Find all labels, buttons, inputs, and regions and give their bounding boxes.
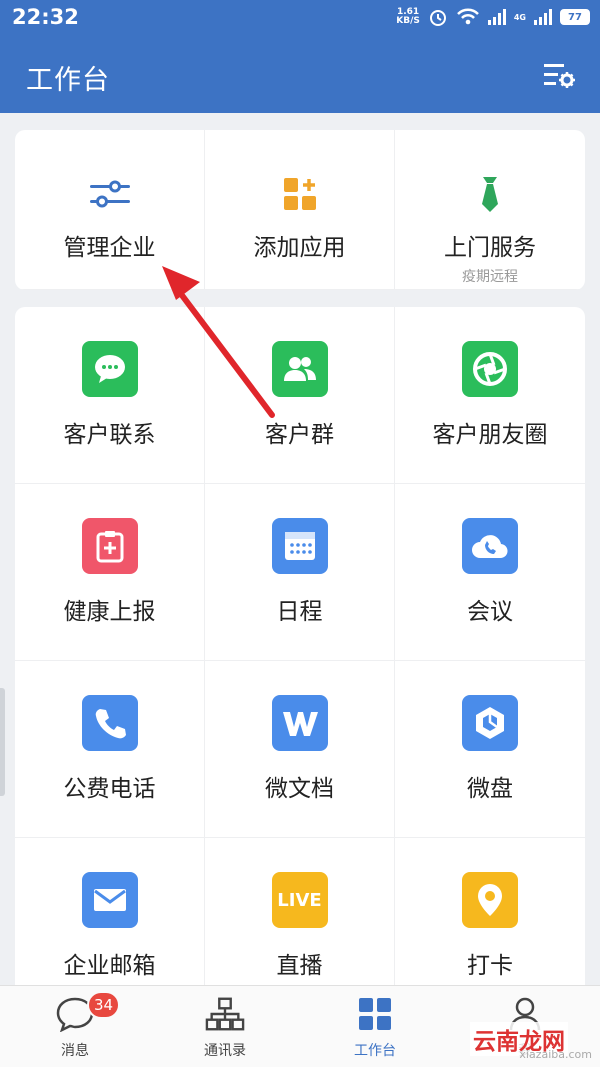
cloud-phone-icon	[462, 518, 518, 574]
tie-icon	[466, 170, 514, 218]
app-label: 客户群	[265, 422, 334, 448]
app-health-report[interactable]: 健康上报	[15, 484, 205, 661]
battery-icon: 77	[560, 9, 590, 25]
admin-apps-card: 管理企业 添加应用 上门服务 疫期远程	[15, 130, 585, 290]
app-label: 打卡	[467, 953, 513, 979]
app-customer-moments[interactable]: 客户朋友圈	[395, 307, 585, 484]
app-label: 微文档	[265, 776, 334, 802]
workbench-grid-icon	[355, 996, 395, 1032]
app-label: 日程	[276, 599, 323, 625]
app-customer-contact[interactable]: 客户联系	[15, 307, 205, 484]
app-micro-doc[interactable]: 微文档	[205, 661, 395, 838]
app-label: 微盘	[467, 776, 513, 802]
drive-cube-icon	[462, 695, 518, 751]
app-live[interactable]: LIVE 直播	[205, 838, 395, 987]
calendar-icon	[271, 518, 328, 574]
manage-enterprise-button[interactable]: 管理企业	[15, 130, 205, 290]
sliders-icon	[86, 170, 134, 218]
status-icons: 1.61 KB/S 4G 77	[396, 6, 590, 28]
org-chart-icon	[205, 996, 245, 1032]
doc-w-icon	[271, 695, 328, 751]
page-title: 工作台	[26, 65, 110, 96]
app-label: 上门服务	[444, 235, 536, 261]
nav-label: 通讯录	[204, 1043, 246, 1059]
onsite-service-button[interactable]: 上门服务 疫期远程	[395, 130, 585, 290]
signal-2-icon	[534, 9, 552, 25]
mail-icon	[81, 872, 138, 928]
app-label: 客户联系	[63, 422, 156, 448]
app-label: 公费电话	[63, 776, 156, 802]
app-schedule[interactable]: 日程	[205, 484, 395, 661]
app-label: 企业邮箱	[63, 953, 156, 979]
app-enterprise-mail[interactable]: 企业邮箱	[15, 838, 205, 987]
app-customer-group[interactable]: 客户群	[205, 307, 395, 484]
nav-label: 消息	[61, 1043, 89, 1059]
network-type: 4G	[513, 12, 526, 22]
app-micro-drive[interactable]: 微盘	[395, 661, 585, 838]
nav-label: 工作台	[354, 1043, 396, 1059]
app-public-phone[interactable]: 公费电话	[15, 661, 205, 838]
group-users-icon	[271, 341, 328, 397]
alarm-icon	[429, 10, 446, 26]
app-meeting[interactable]: 会议	[395, 484, 585, 661]
edge-handle[interactable]	[0, 688, 5, 796]
status-time: 22:32	[12, 5, 79, 29]
watermark-sub: xiazaiba.com	[519, 1048, 592, 1061]
app-label: 会议	[467, 599, 513, 625]
phone-icon	[81, 695, 138, 751]
chat-bubble-icon	[81, 341, 138, 397]
apps-card: 客户联系 客户群 客户朋友圈 健康上报 日程 会议 公费电话 微文档 微盘 企业…	[15, 307, 585, 987]
add-app-icon	[276, 170, 324, 218]
live-icon: LIVE	[271, 872, 328, 928]
add-app-button[interactable]: 添加应用	[205, 130, 395, 290]
app-header: 22:32 1.61 KB/S 4G 77 工作台	[0, 0, 600, 113]
app-label: 添加应用	[253, 235, 346, 261]
app-sublabel: 疫期远程	[462, 269, 518, 285]
unread-badge: 34	[87, 991, 121, 1019]
app-label: 客户朋友圈	[432, 422, 548, 448]
app-label: 健康上报	[63, 599, 156, 625]
wifi-icon	[456, 8, 479, 25]
app-label: 直播	[276, 953, 323, 979]
signal-icon	[487, 9, 506, 25]
settings-list-icon[interactable]	[542, 60, 576, 90]
location-pin-icon	[462, 872, 518, 928]
tab-messages[interactable]: 34 消息	[0, 986, 150, 1067]
app-check-in[interactable]: 打卡	[395, 838, 585, 987]
tab-workbench[interactable]: 工作台	[300, 986, 450, 1067]
network-speed: 1.61 KB/S	[396, 7, 420, 26]
tab-contacts[interactable]: 通讯录	[150, 986, 300, 1067]
app-label: 管理企业	[63, 235, 156, 261]
clipboard-plus-icon	[81, 518, 138, 574]
aperture-icon	[462, 341, 518, 397]
